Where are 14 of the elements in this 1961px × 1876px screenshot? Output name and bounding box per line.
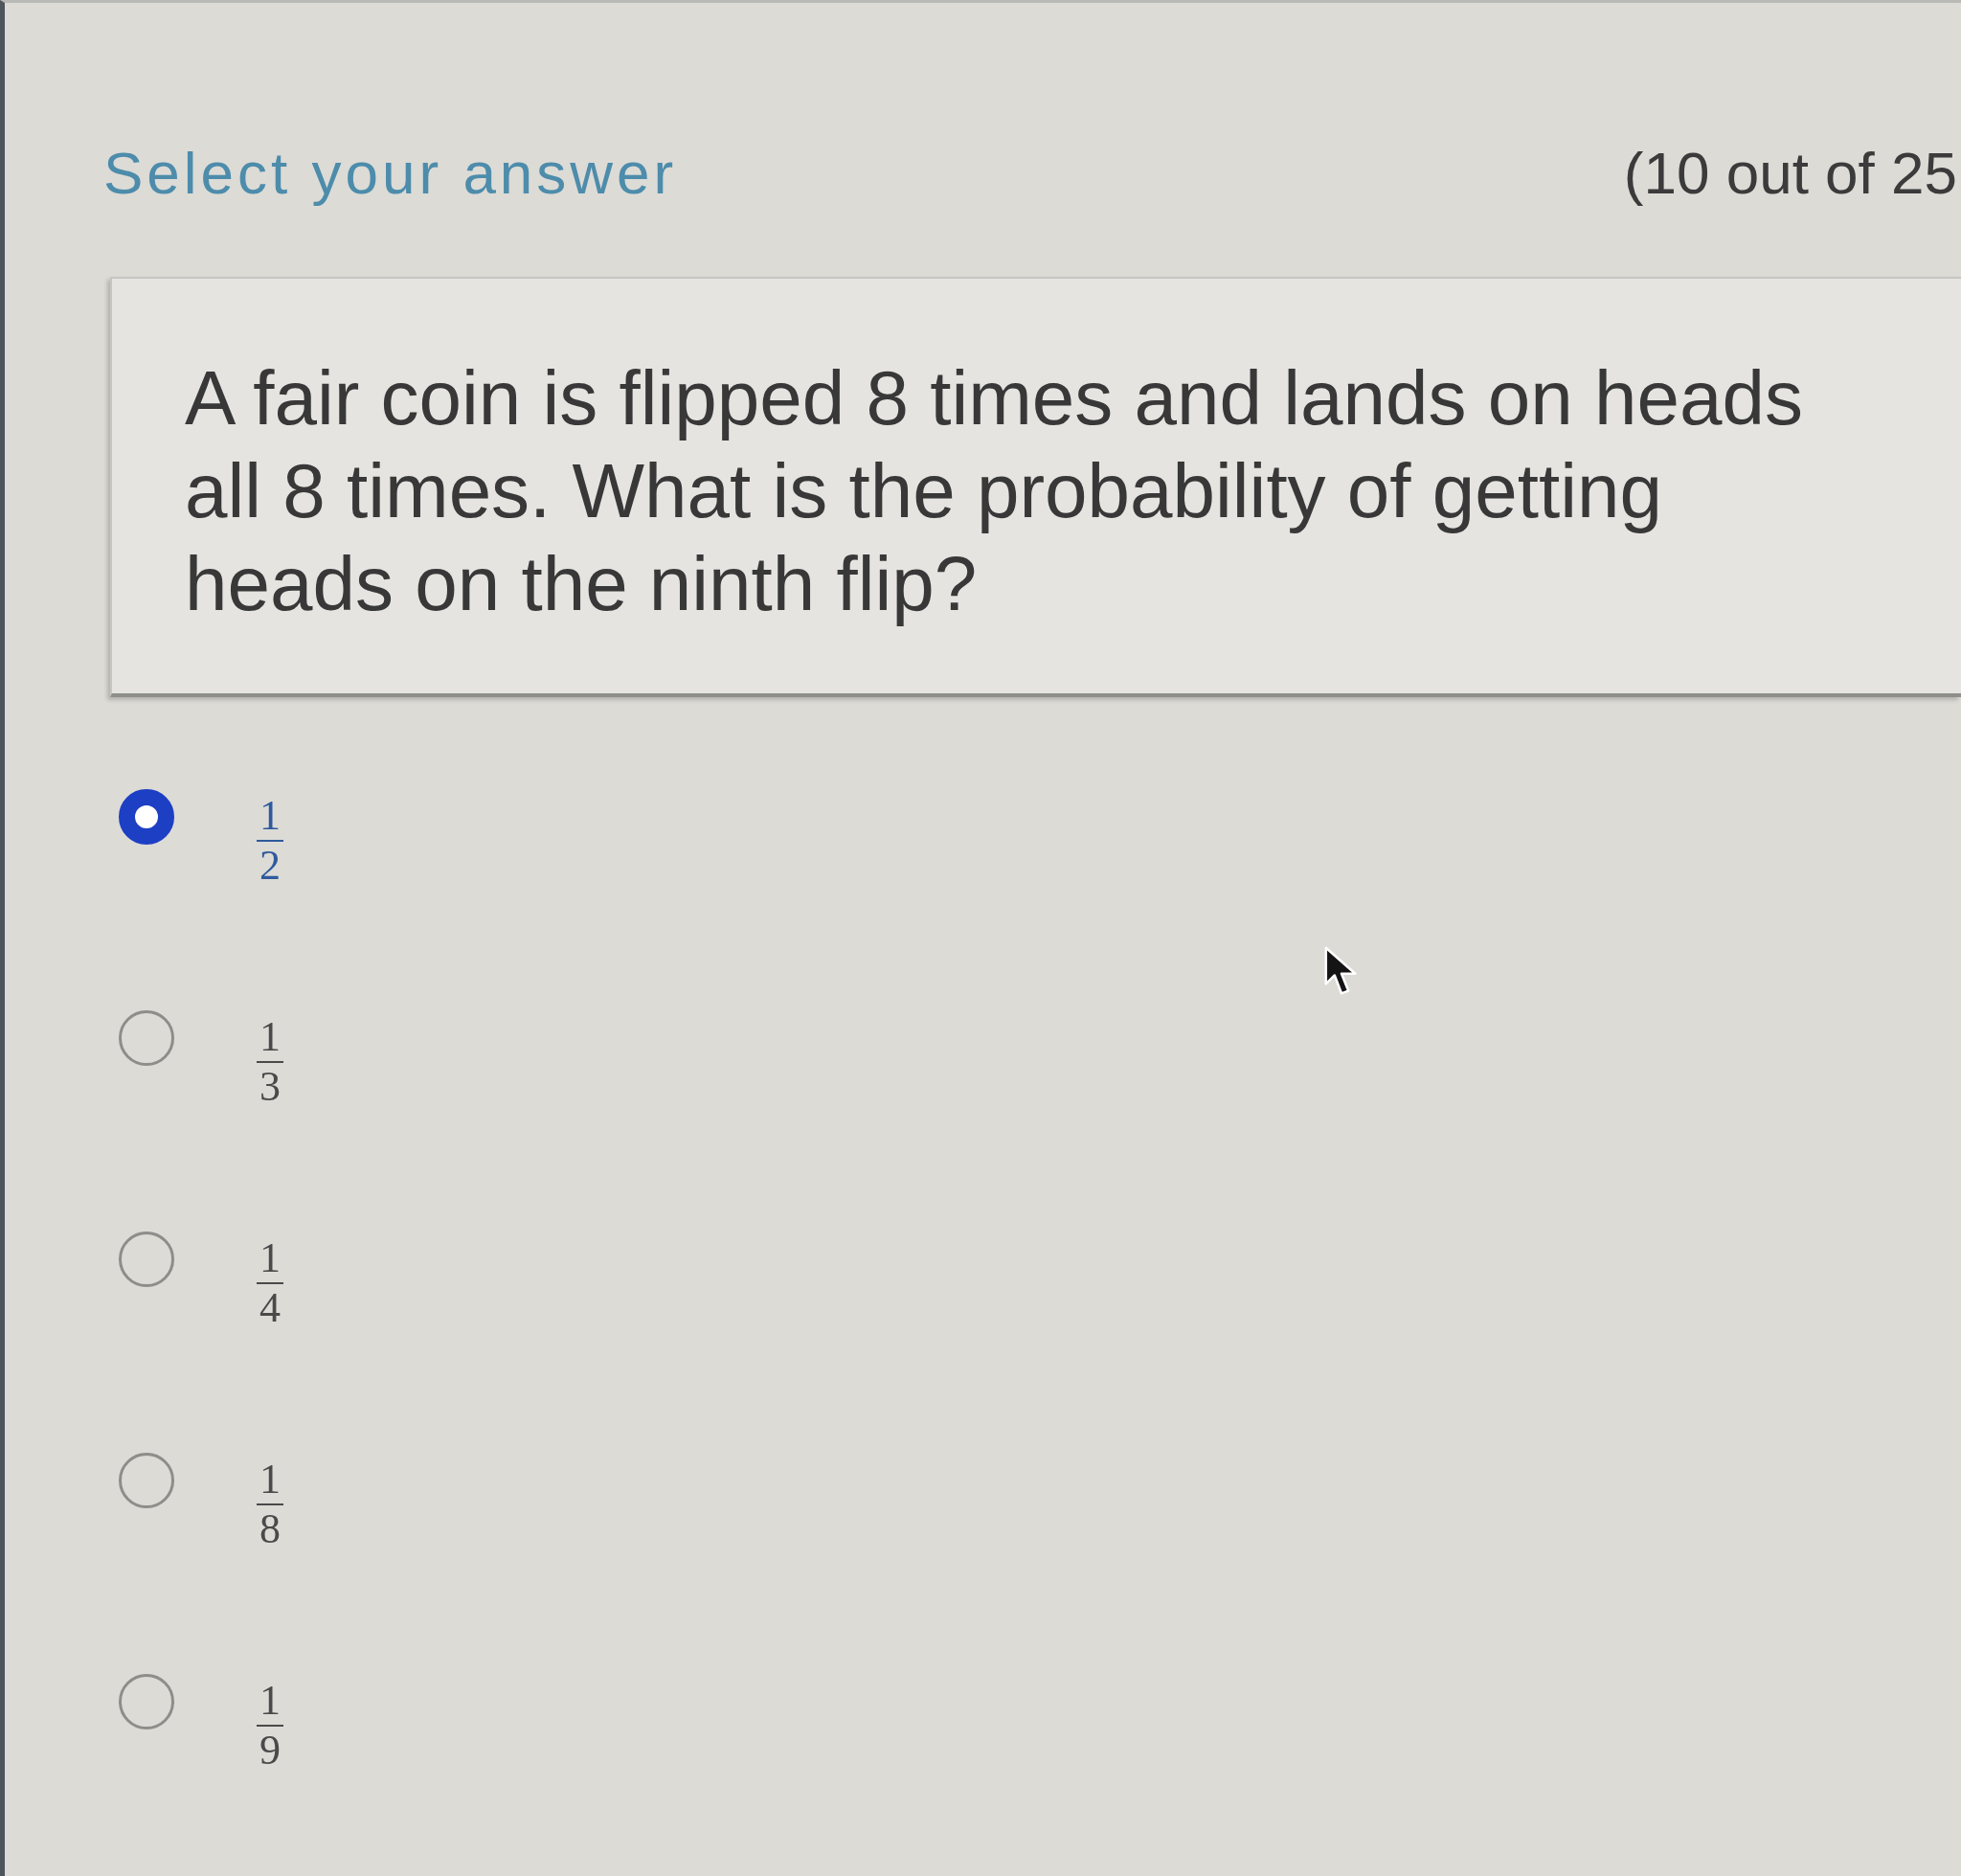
radio-button[interactable] bbox=[119, 789, 174, 845]
radio-button[interactable] bbox=[119, 1232, 174, 1287]
answer-fraction: 1 9 bbox=[257, 1680, 283, 1772]
answer-fraction: 1 8 bbox=[257, 1458, 283, 1550]
radio-button[interactable] bbox=[119, 1674, 174, 1729]
radio-button[interactable] bbox=[119, 1453, 174, 1508]
question-counter: (10 out of 25 bbox=[1623, 139, 1957, 208]
mouse-pointer-icon bbox=[1324, 946, 1359, 996]
answer-fraction: 1 3 bbox=[257, 1016, 283, 1108]
answer-fraction: 1 4 bbox=[257, 1237, 283, 1329]
question-text: A fair coin is flipped 8 times and lands on heads all 8 times. What is the probability of getting heads on the ninth flip? bbox=[185, 354, 1804, 628]
answer-fraction: 1 2 bbox=[257, 795, 283, 887]
radio-button[interactable] bbox=[119, 1010, 174, 1066]
prompt-heading: Select your answer bbox=[103, 139, 678, 208]
